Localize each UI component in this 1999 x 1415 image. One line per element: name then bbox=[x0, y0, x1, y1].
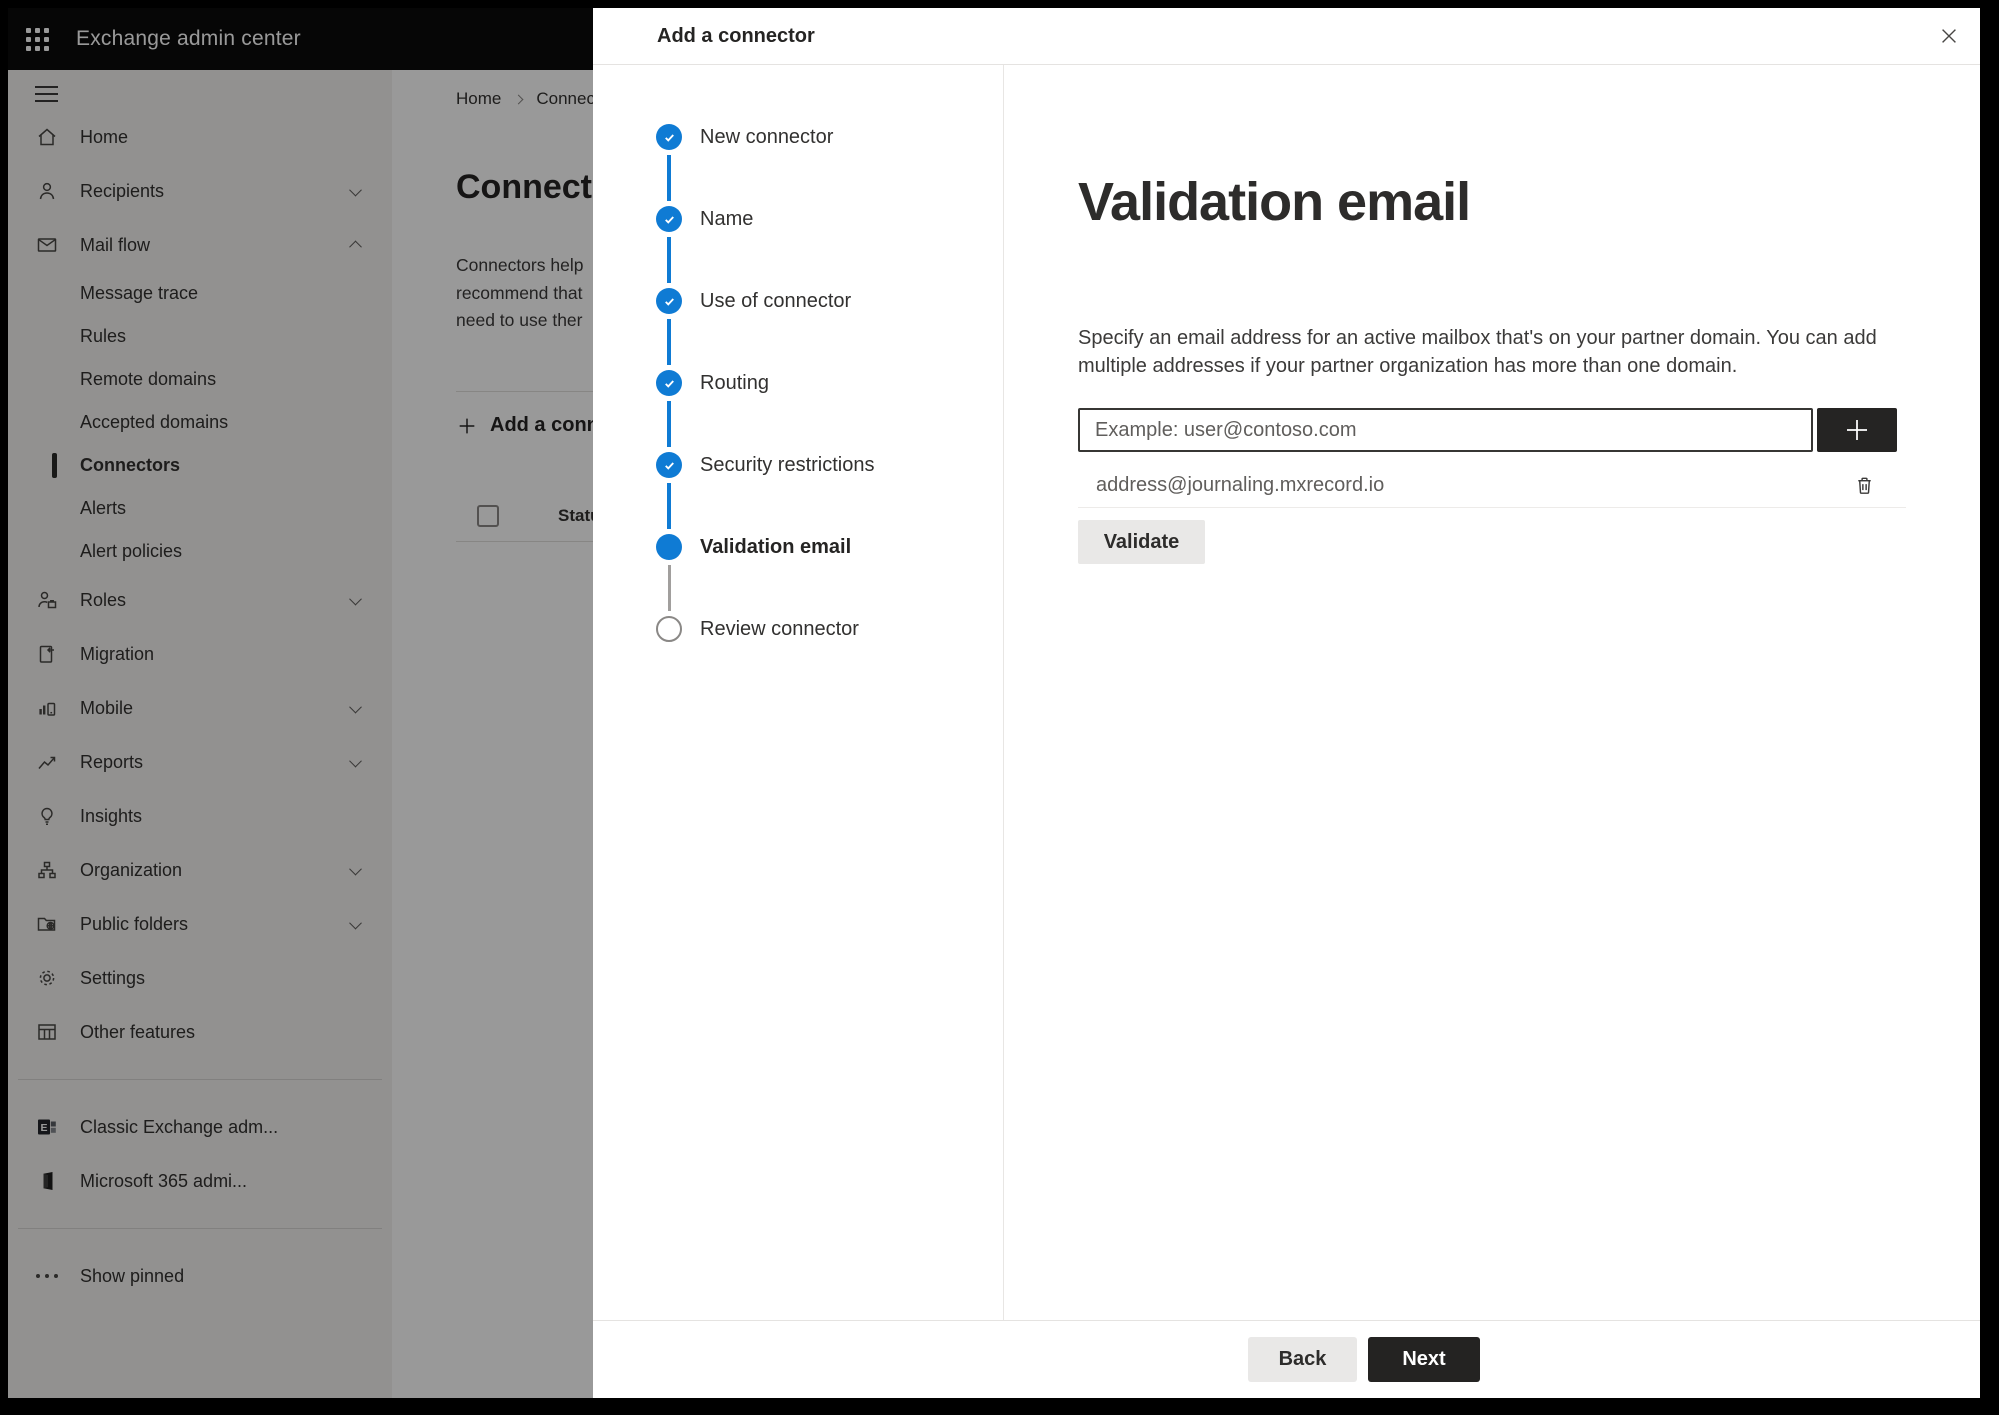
dialog-header: Add a connector bbox=[593, 8, 1980, 65]
wizard-step-new-connector[interactable]: New connector bbox=[593, 96, 1003, 201]
email-input-row bbox=[1078, 408, 1906, 452]
wizard-steps: New connector Name Use of connector Rout… bbox=[593, 65, 1004, 1320]
delete-email-button[interactable] bbox=[1850, 472, 1878, 500]
wizard-step-use-of-connector[interactable]: Use of connector bbox=[593, 260, 1003, 365]
dialog-footer: Back Next bbox=[593, 1320, 1980, 1398]
step-description: Specify an email address for an active m… bbox=[1078, 327, 1877, 377]
wizard-step-validation-email[interactable]: Validation email bbox=[593, 506, 1003, 611]
step-check-icon bbox=[656, 370, 682, 396]
dialog-title: Add a connector bbox=[657, 24, 815, 47]
dialog-body: New connector Name Use of connector Rout… bbox=[593, 65, 1980, 1320]
wizard-step-name[interactable]: Name bbox=[593, 178, 1003, 283]
step-check-icon bbox=[656, 452, 682, 478]
next-button[interactable]: Next bbox=[1368, 1337, 1480, 1382]
add-connector-dialog: Add a connector New connector Name Use o… bbox=[593, 8, 1980, 1398]
added-email-address: address@journaling.mxrecord.io bbox=[1096, 474, 1385, 496]
close-icon bbox=[1942, 29, 1956, 43]
back-button[interactable]: Back bbox=[1248, 1337, 1357, 1382]
add-email-button[interactable] bbox=[1817, 408, 1897, 452]
step-upcoming-dot bbox=[656, 616, 682, 642]
plus-icon bbox=[1847, 420, 1867, 440]
wizard-step-routing[interactable]: Routing bbox=[593, 342, 1003, 447]
wizard-step-security-restrictions[interactable]: Security restrictions bbox=[593, 424, 1003, 529]
step-current-dot bbox=[656, 534, 682, 560]
trash-icon bbox=[1857, 477, 1871, 494]
email-input[interactable] bbox=[1078, 408, 1813, 452]
validate-button[interactable]: Validate bbox=[1078, 520, 1205, 564]
added-email-row: address@journaling.mxrecord.io bbox=[1078, 464, 1906, 508]
step-check-icon bbox=[656, 206, 682, 232]
step-check-icon bbox=[656, 288, 682, 314]
wizard-step-review-connector[interactable]: Review connector bbox=[593, 588, 1003, 670]
close-button[interactable] bbox=[1936, 23, 1962, 49]
step-content: Validation email Specify an email addres… bbox=[1004, 65, 1980, 1320]
screen: Exchange admin center Home Recipients Ma… bbox=[0, 0, 1999, 1415]
step-heading: Validation email bbox=[1078, 172, 1471, 232]
step-check-icon bbox=[656, 124, 682, 150]
